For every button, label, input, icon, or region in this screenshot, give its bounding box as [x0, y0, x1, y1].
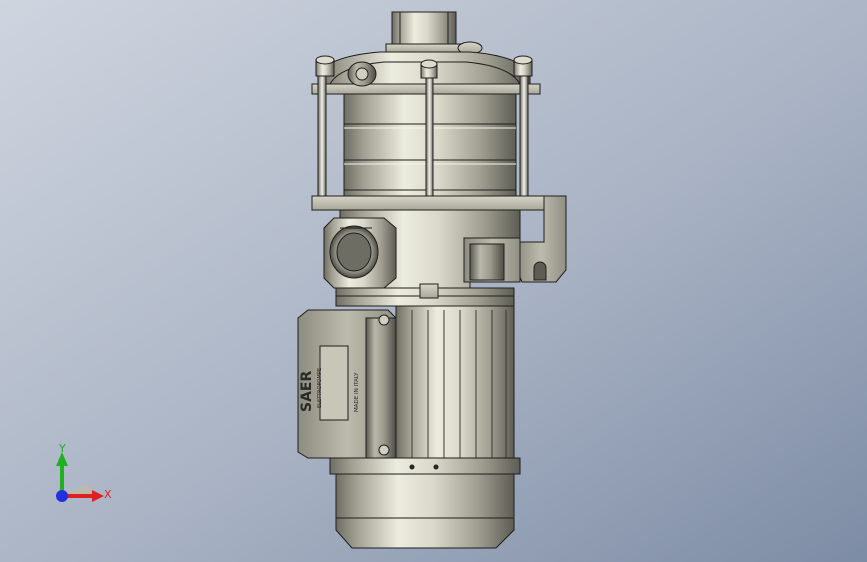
x-axis-label: X: [104, 488, 112, 501]
brand-sub-text: ELETTROPOMPE: [317, 368, 323, 408]
fan-cowl[interactable]: [335, 473, 515, 549]
y-axis-label: Y: [58, 442, 66, 455]
made-in-label: MADE IN ITALY: [354, 372, 360, 412]
tie-rod-right: [519, 75, 529, 201]
tie-rod-nut-center: [420, 59, 438, 79]
tie-rod-nut-right: [513, 55, 533, 77]
brand-logo-text: SAER: [299, 371, 315, 412]
terminal-box[interactable]: SAER ELETTROPOMPE MADE IN ITALY: [297, 309, 397, 459]
inlet-port[interactable]: [323, 217, 397, 289]
motor-housing[interactable]: [395, 305, 515, 463]
tie-rod-center: [425, 77, 434, 211]
tie-rod-nut-left: [315, 55, 335, 77]
motor-end-ring[interactable]: [329, 457, 521, 475]
z-axis-dot: [56, 490, 68, 502]
tie-rod-left: [317, 75, 327, 201]
cad-canvas[interactable]: SAER ELETTROPOMPE MADE IN ITALY Y X: [0, 0, 867, 562]
graphics-viewport[interactable]: SAER ELETTROPOMPE MADE IN ITALY Y X: [0, 0, 867, 562]
